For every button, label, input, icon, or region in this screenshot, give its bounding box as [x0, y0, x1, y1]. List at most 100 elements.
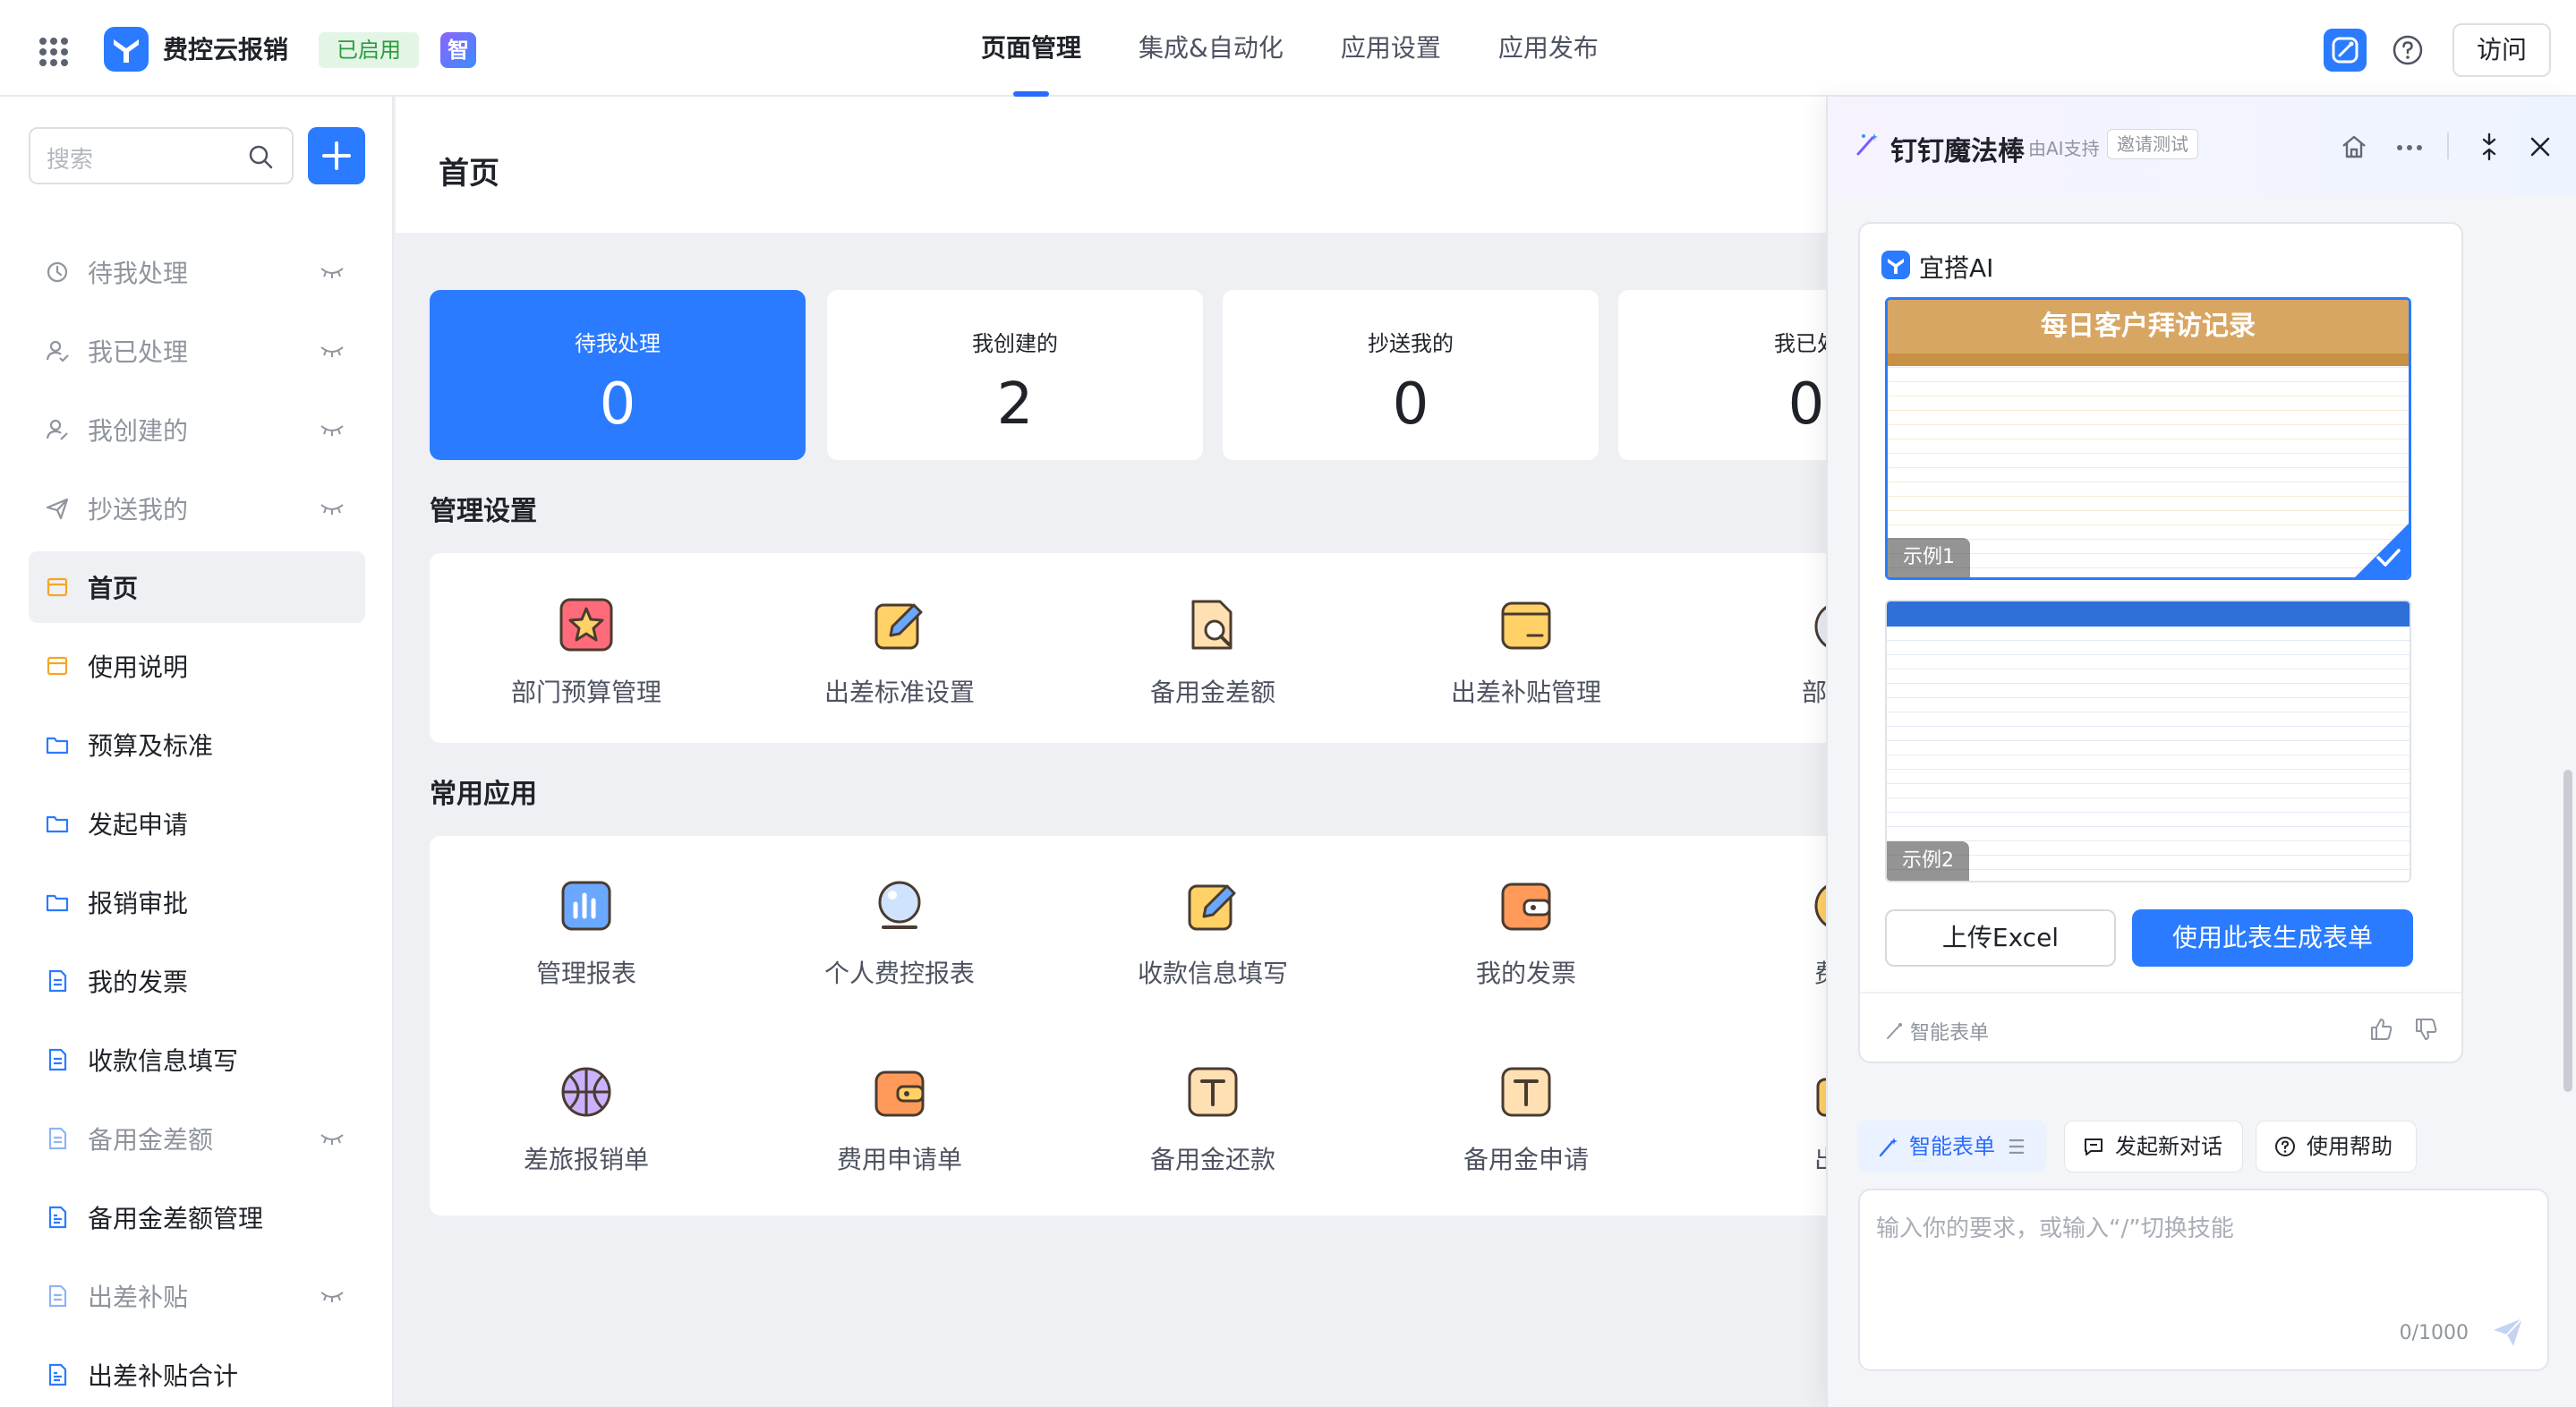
tile-mgmt-report[interactable]: 管理报表 — [430, 877, 743, 990]
example-label: 示例1 — [1888, 538, 1970, 577]
add-page-button[interactable] — [308, 127, 365, 184]
sidebar-item-travel-subsidy-total[interactable]: 出差补贴合计 — [29, 1339, 365, 1407]
example-sheet-1[interactable]: 每日客户拜访记录 示例1 — [1885, 297, 2411, 580]
help-icon[interactable] — [2392, 34, 2424, 66]
form-icon — [48, 969, 67, 993]
eye-hidden-icon[interactable] — [319, 499, 345, 517]
tile-petty-cash-diff[interactable]: 备用金差额 — [1056, 596, 1369, 709]
send-icon[interactable] — [2490, 1314, 2526, 1350]
home-icon[interactable] — [2340, 132, 2368, 161]
wallet-icon — [1501, 601, 1551, 650]
upload-excel-button[interactable]: 上传Excel — [1885, 909, 2116, 967]
search-icon[interactable] — [247, 143, 274, 170]
clock-icon — [47, 261, 68, 283]
chip-label: 使用帮助 — [2307, 1134, 2393, 1159]
input-placeholder: 输入你的要求，或输入“/”切换技能 — [1876, 1215, 2234, 1242]
ai-badge[interactable]: 智 — [440, 32, 476, 68]
pin-icon[interactable] — [2478, 132, 2501, 161]
magic-wand-button[interactable] — [2324, 29, 2367, 72]
thumbs-up-icon[interactable] — [2368, 1017, 2393, 1042]
tile-label: 出差补贴管理 — [1450, 678, 1601, 707]
sidebar-item-created[interactable]: 我创建的 — [29, 394, 365, 465]
app-grid-icon[interactable] — [39, 38, 68, 66]
thumbs-down-icon[interactable] — [2413, 1017, 2438, 1042]
tile-petty-cash-apply[interactable]: 备用金申请 — [1369, 1063, 1683, 1176]
tab-app-publish[interactable]: 应用发布 — [1498, 0, 1599, 97]
ai-prompt-input[interactable]: 输入你的要求，或输入“/”切换技能 0/1000 — [1858, 1189, 2549, 1371]
sidebar-item-cc[interactable]: 抄送我的 — [29, 473, 365, 544]
sidebar-item-label: 发起申请 — [88, 810, 189, 840]
management-panel: 部门预算管理 出差标准设置 备用金差额 出差补贴管理 部门预 — [430, 553, 1951, 743]
char-counter: 0/1000 — [2399, 1322, 2469, 1344]
tile-payment-info[interactable]: 收款信息填写 — [1056, 877, 1369, 990]
sidebar-item-pending[interactable]: 待我处理 — [29, 236, 365, 308]
sidebar-item-budget-standard[interactable]: 预算及标准 — [29, 709, 365, 780]
stat-label: 待我处理 — [575, 331, 661, 356]
crystal-ball-icon — [878, 881, 921, 929]
tab-integration-automation[interactable]: 集成&自动化 — [1139, 0, 1284, 97]
stat-card-created[interactable]: 我创建的 2 — [827, 290, 1203, 460]
generate-form-button[interactable]: 使用此表生成表单 — [2132, 909, 2413, 967]
sidebar-item-travel-subsidy[interactable]: 出差补贴 — [29, 1260, 365, 1332]
tile-petty-cash-repay[interactable]: 备用金还款 — [1056, 1063, 1369, 1176]
app-name: 费控云报销 — [163, 35, 289, 64]
tile-label: 我的发票 — [1475, 959, 1576, 988]
tile-label: 部门预算管理 — [510, 678, 661, 707]
example-sheet-header-row — [1888, 354, 2409, 366]
stat-card-cc[interactable]: 抄送我的 0 — [1223, 290, 1599, 460]
chat-icon — [2085, 1138, 2103, 1155]
report-icon — [48, 1363, 67, 1386]
tab-app-settings[interactable]: 应用设置 — [1341, 0, 1441, 97]
tile-personal-report[interactable]: 个人费控报表 — [743, 877, 1056, 990]
basketball-icon — [561, 1067, 611, 1117]
page-icon — [47, 656, 68, 676]
eye-hidden-icon[interactable] — [319, 1130, 345, 1147]
tile-travel-reimbursement[interactable]: 差旅报销单 — [430, 1063, 743, 1176]
stat-value: 0 — [1392, 371, 1429, 438]
sidebar-item-invoices[interactable]: 我的发票 — [29, 945, 365, 1017]
edit-note-icon — [1188, 884, 1236, 931]
sidebar-item-approval[interactable]: 报销审批 — [29, 866, 365, 938]
visit-button[interactable]: 访问 — [2452, 23, 2551, 77]
eye-hidden-icon[interactable] — [319, 263, 345, 281]
bar-chart-icon — [561, 881, 611, 931]
sidebar-item-label: 出差补贴合计 — [88, 1361, 239, 1391]
close-icon[interactable] — [2529, 136, 2551, 158]
sidebar-item-processed[interactable]: 我已处理 — [29, 315, 365, 387]
sidebar-item-instructions[interactable]: 使用说明 — [29, 630, 365, 702]
sidebar-item-home[interactable]: 首页 — [29, 551, 365, 623]
tile-dept-budget[interactable]: 部门预算管理 — [430, 596, 743, 709]
sidebar-item-petty-cash-diff[interactable]: 备用金差额 — [29, 1103, 365, 1174]
sidebar-item-petty-cash-diff-mgmt[interactable]: 备用金差额管理 — [29, 1181, 365, 1253]
sidebar: 搜索 待我处理 我已处理 我创建的 抄送我的 首页 使用说明 预算及标准 发起申… — [0, 97, 394, 1407]
tile-label: 个人费控报表 — [823, 959, 975, 988]
scrollbar[interactable] — [2563, 770, 2572, 1092]
tab-page-management[interactable]: 页面管理 — [981, 0, 1081, 97]
sidebar-item-payment-info[interactable]: 收款信息填写 — [29, 1024, 365, 1096]
eye-hidden-icon[interactable] — [319, 342, 345, 360]
ai-assistant-panel: 钉钉魔法棒 由AI支持 邀请测试 宜搭AI 每日客户拜访记录 示例1 示例2 上… — [1826, 97, 2576, 1407]
magic-wand-icon — [1856, 133, 1878, 156]
yida-ai-logo-icon — [1881, 251, 1910, 279]
new-chat-button[interactable]: 发起新对话 — [2064, 1121, 2243, 1172]
search-input[interactable]: 搜索 — [29, 127, 294, 184]
send-icon — [46, 498, 69, 520]
skill-chip-smart-form[interactable]: 智能表单 ☰ — [1858, 1121, 2046, 1172]
tile-travel-subsidy-mgmt[interactable]: 出差补贴管理 — [1369, 596, 1683, 709]
tile-my-invoices[interactable]: 我的发票 — [1369, 877, 1683, 990]
sidebar-item-label: 抄送我的 — [88, 495, 189, 524]
tile-travel-standard[interactable]: 出差标准设置 — [743, 596, 1056, 709]
sidebar-item-label: 我创建的 — [88, 416, 189, 446]
app-logo-icon — [104, 27, 149, 72]
sidebar-item-label: 使用说明 — [88, 652, 189, 682]
tile-expense-request[interactable]: 费用申请单 — [743, 1063, 1056, 1176]
ai-panel-header: 钉钉魔法棒 由AI支持 邀请测试 — [1828, 97, 2576, 195]
stat-card-pending[interactable]: 待我处理 0 — [430, 290, 806, 460]
example-sheet-2[interactable]: 示例2 — [1885, 600, 2411, 883]
edit-note-icon — [874, 603, 923, 650]
eye-hidden-icon[interactable] — [319, 1287, 345, 1305]
more-icon[interactable] — [2397, 145, 2422, 150]
sidebar-item-apply[interactable]: 发起申请 — [29, 788, 365, 859]
eye-hidden-icon[interactable] — [319, 421, 345, 439]
usage-help-button[interactable]: 使用帮助 — [2256, 1121, 2417, 1172]
